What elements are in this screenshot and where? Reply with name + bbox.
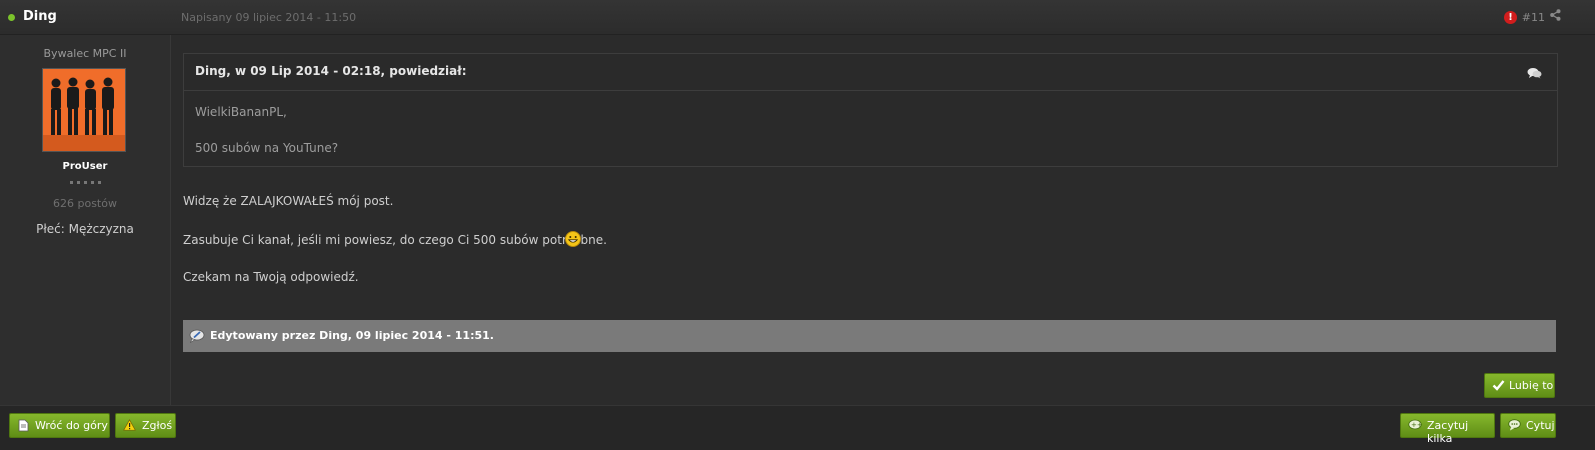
checkmark-icon	[1492, 379, 1505, 391]
quote-line: WielkiBananPL,	[195, 105, 287, 119]
post-body-line: Czekam na Twoją odpowiedź.	[183, 270, 359, 284]
online-status-icon	[8, 14, 15, 21]
multiquote-button[interactable]: ++ Zacytuj kilka	[1400, 413, 1495, 438]
author-panel: Bywalec MPC II ProUser 626 postów Płeć: …	[0, 35, 171, 405]
edit-note-text: Edytowany przez Ding, 09 lipiec 2014 - 1…	[210, 329, 494, 342]
report-button[interactable]: Zgłoś	[115, 413, 176, 438]
document-icon	[18, 419, 29, 432]
post-body-line: Widzę że ZALAJKOWAŁEŚ mój post.	[183, 194, 393, 208]
grin-smiley-icon	[565, 231, 581, 247]
edit-note-bar: Edytowany przez Ding, 09 lipiec 2014 - 1…	[183, 320, 1556, 352]
quote-citation: Ding, w 09 Lip 2014 - 02:18, powiedział:	[184, 54, 1557, 91]
quote-line: 500 subów na YouTune?	[195, 141, 338, 155]
rank-pips-icon	[67, 181, 103, 187]
report-post-icon[interactable]: !	[1504, 11, 1517, 24]
member-title: Bywalec MPC II	[0, 47, 170, 60]
back-to-top-label: Wróć do góry	[35, 419, 108, 432]
speech-bubble-icon	[1508, 419, 1521, 431]
svg-text:++: ++	[1411, 421, 1422, 429]
post-date: Napisany 09 lipiec 2014 - 11:50	[181, 11, 356, 24]
edit-pencil-icon	[189, 329, 205, 346]
post-body-line: Zasubuje Ci kanał, jeśli mi powiesz, do …	[183, 233, 607, 247]
post-count: 626 postów	[0, 197, 170, 210]
post-number-link[interactable]: #11	[1522, 11, 1545, 24]
post-footer-bar	[0, 405, 1595, 450]
multiquote-icon: ++	[1408, 419, 1422, 431]
warning-icon	[123, 419, 136, 431]
quote-button-label: Cytuj	[1526, 419, 1555, 432]
like-button-label: Lubię to	[1509, 379, 1553, 392]
member-group: ProUser	[0, 161, 170, 172]
like-button[interactable]: Lubię to	[1484, 373, 1555, 398]
speech-bubbles-icon	[1527, 67, 1542, 82]
gender-field: Płeć: Mężczyzna	[0, 222, 170, 236]
post-header: Ding Napisany 09 lipiec 2014 - 11:50 ! #…	[0, 0, 1595, 35]
multiquote-label: Zacytuj kilka	[1427, 419, 1494, 445]
quote-citation-text[interactable]: Ding, w 09 Lip 2014 - 02:18, powiedział:	[195, 64, 467, 78]
report-button-label: Zgłoś	[142, 419, 172, 432]
share-icon[interactable]	[1550, 9, 1561, 24]
back-to-top-button[interactable]: Wróć do góry	[9, 413, 110, 438]
quote-button[interactable]: Cytuj	[1500, 413, 1556, 438]
avatar[interactable]	[42, 68, 126, 152]
quote-block: Ding, w 09 Lip 2014 - 02:18, powiedział:…	[183, 53, 1558, 167]
author-name-link[interactable]: Ding	[23, 9, 57, 24]
